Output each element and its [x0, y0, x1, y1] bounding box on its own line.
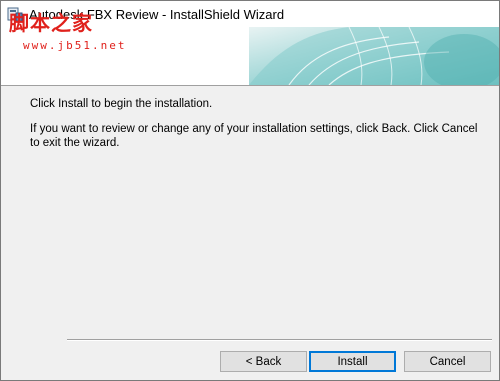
back-button[interactable]: < Back	[220, 351, 307, 372]
install-button[interactable]: Install	[309, 351, 396, 372]
cancel-button[interactable]: Cancel	[404, 351, 491, 372]
header-divider	[1, 85, 499, 86]
banner-graphic	[249, 27, 499, 85]
watermark-url: www.jb51.net	[23, 39, 127, 52]
instruction-text: Click Install to begin the installation.	[30, 98, 213, 110]
watermark-logo: 脚本之家	[9, 11, 93, 35]
footer-divider-highlight	[67, 340, 492, 341]
installer-window: Autodesk FBX Review - InstallShield Wiza…	[0, 0, 500, 381]
review-instruction-text: If you want to review or change any of y…	[30, 123, 478, 149]
